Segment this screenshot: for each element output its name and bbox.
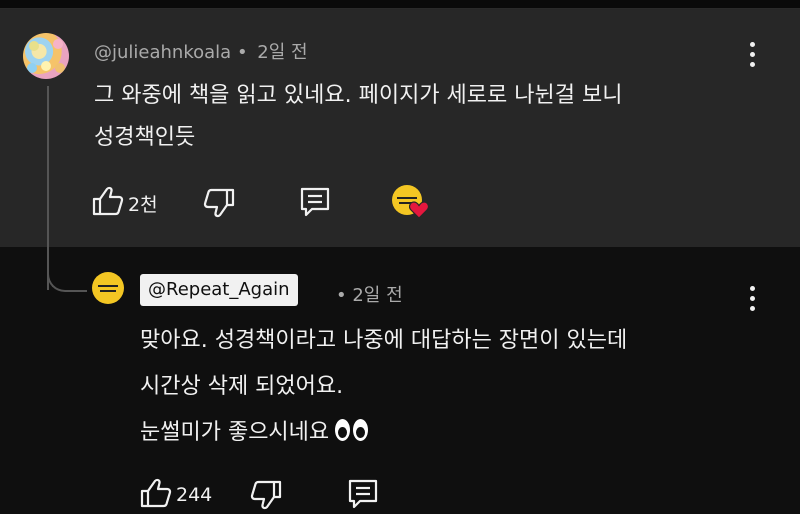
top-divider <box>0 0 800 9</box>
comment-text-line: 그 와중에 책을 읽고 있네요. 페이지가 세로로 나뉜걸 보니 <box>94 83 623 108</box>
avatar[interactable] <box>92 272 124 304</box>
like-count: 244 <box>176 484 213 506</box>
more-vertical-icon[interactable] <box>742 42 762 68</box>
reply-icon[interactable] <box>346 478 380 514</box>
timestamp[interactable]: 2일 전 <box>352 285 402 306</box>
like-count: 2천 <box>128 193 158 216</box>
comment-text-line-3: 눈썰미가 좋으시네요 <box>140 410 740 456</box>
thumbs-down-icon[interactable] <box>250 480 282 514</box>
comment-text-line: 맞아요. 성경책이라고 나중에 대답하는 장면이 있는데 <box>140 328 628 353</box>
thumbs-down-icon[interactable] <box>203 188 235 222</box>
thumbs-up-icon[interactable] <box>92 186 124 220</box>
comment-text-line: 시간상 삭제 되었어요. <box>140 374 344 399</box>
author-name[interactable]: @julieahnkoala <box>94 42 231 63</box>
reply-actions: 244 <box>140 478 212 512</box>
separator-dot: • <box>236 42 248 63</box>
separator-dot: • <box>336 285 347 306</box>
creator-heart-icon <box>392 185 430 219</box>
comment-text-line: 성경책인듯 <box>94 125 196 150</box>
avatar[interactable] <box>23 33 69 79</box>
comment-text: 그 와중에 책을 읽고 있네요. 페이지가 세로로 나뉜걸 보니 성경책인듯 <box>94 75 734 159</box>
timestamp[interactable]: 2일 전 <box>257 42 307 63</box>
reply-icon[interactable] <box>298 186 332 222</box>
thread-connector <box>47 258 87 292</box>
comment-header: @julieahnkoala • 2일 전 <box>94 38 308 64</box>
comment-header: • 2일 전 <box>336 281 403 307</box>
eyes-emoji <box>335 419 369 441</box>
comment-actions: 2천 <box>92 186 158 220</box>
comment-text-span: 눈썰미가 좋으시네요 <box>140 420 330 445</box>
thumbs-up-icon[interactable] <box>140 478 172 512</box>
author-name[interactable]: @Repeat_Again <box>140 274 298 306</box>
more-vertical-icon[interactable] <box>742 286 762 312</box>
comment-text: 맞아요. 성경책이라고 나중에 대답하는 장면이 있는데 시간상 삭제 되었어요… <box>140 318 740 456</box>
